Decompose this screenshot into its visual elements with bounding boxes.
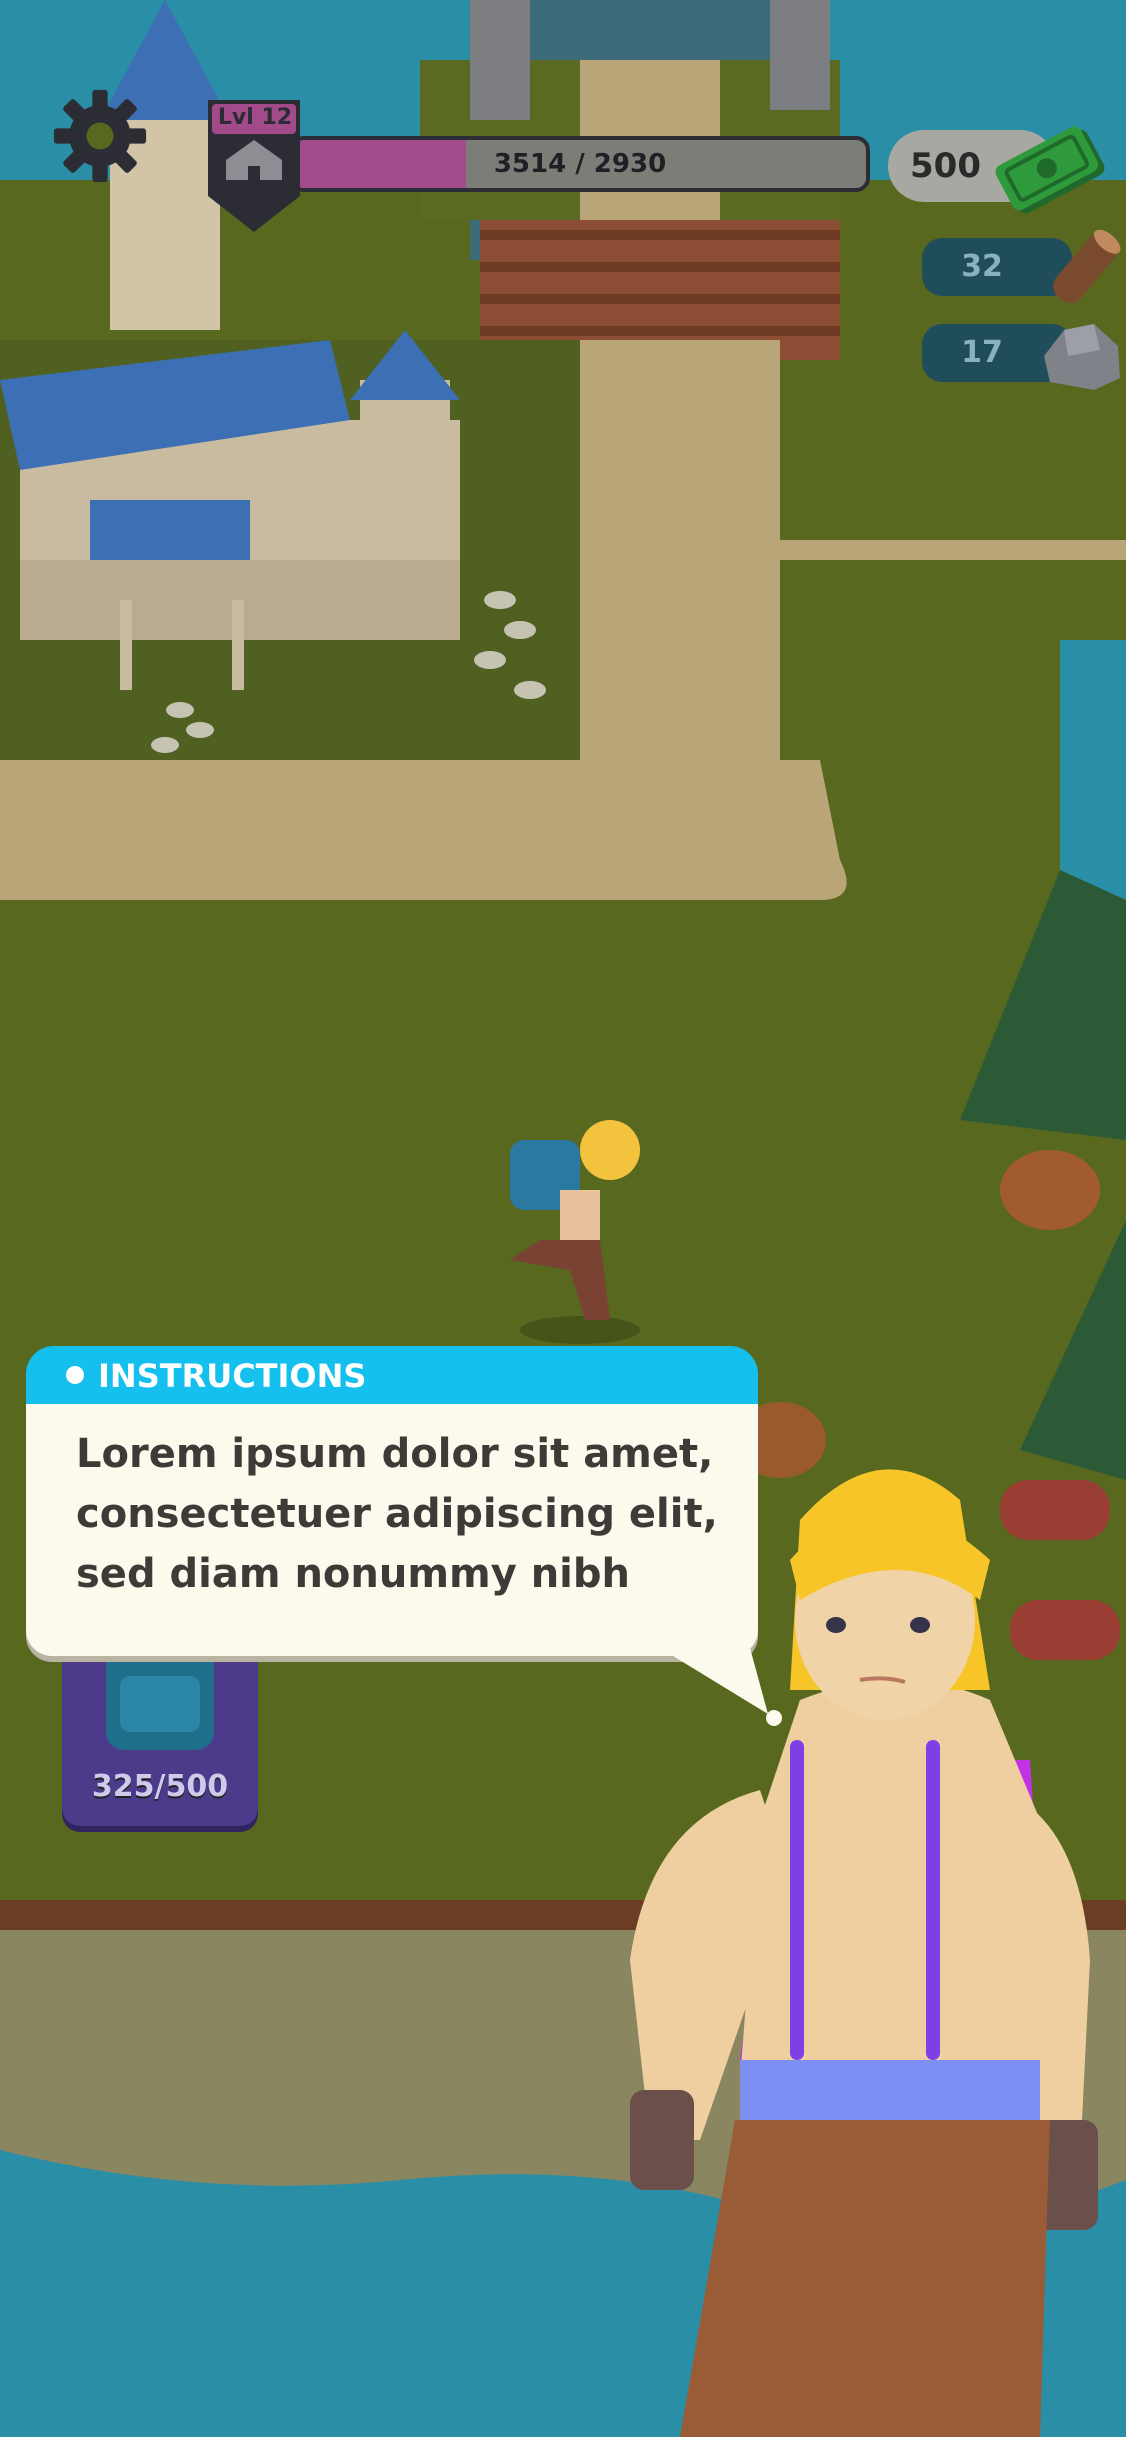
speech-bubble-tail [660, 1648, 782, 1726]
backpack-count: 325/500 [91, 1769, 229, 1804]
instructions-body: Lorem ipsum dolor sit amet, consectetuer… [26, 1404, 758, 1656]
xp-progress-text: 3514 / 2930 [493, 149, 667, 179]
settings-gear-icon[interactable] [52, 88, 148, 184]
xp-progress-bar: 3514 / 2930 [290, 136, 870, 192]
instructions-header: INSTRUCTIONS [26, 1346, 758, 1404]
stone-value: 17 [961, 335, 1003, 370]
wood-value: 32 [961, 249, 1003, 284]
log-icon [1053, 229, 1121, 303]
instructions-line: sed diam nonummy nibh [76, 1551, 631, 1597]
level-badge[interactable]: Lvl 12 [204, 96, 304, 236]
instructions-line: Lorem ipsum dolor sit amet, [76, 1431, 714, 1477]
level-label: Lvl 12 [217, 105, 293, 130]
rock-icon [1044, 324, 1120, 390]
money-value: 500 [910, 146, 981, 186]
bullet-dot-icon [66, 1366, 84, 1384]
instructions-line: consectetuer adipiscing elit, [76, 1491, 718, 1537]
instructions-text: Lorem ipsum dolor sit amet, consectetuer… [76, 1424, 728, 1604]
instructions-dialog[interactable]: INSTRUCTIONS Lorem ipsum dolor sit amet,… [26, 1346, 758, 1656]
cash-icon [995, 126, 1105, 214]
instructions-title: INSTRUCTIONS [98, 1357, 367, 1395]
